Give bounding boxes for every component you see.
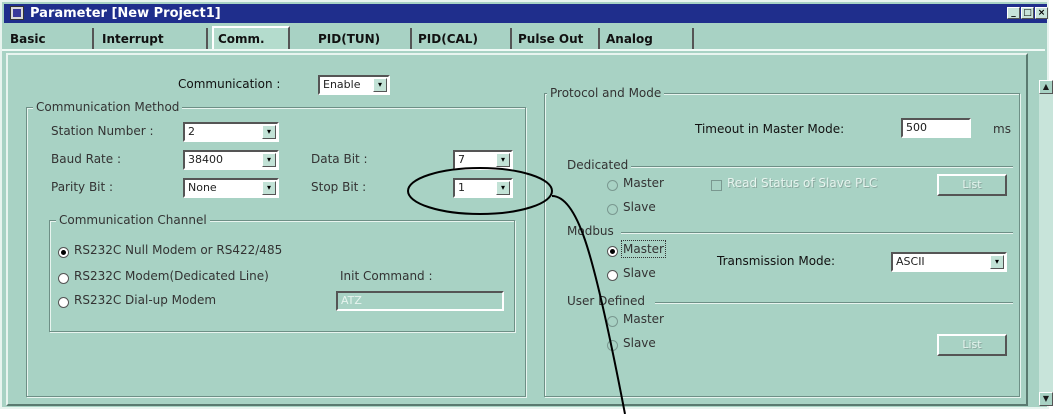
callout-leader-line bbox=[551, 195, 626, 414]
callout-ellipse bbox=[407, 167, 553, 215]
annotation-overlay bbox=[407, 167, 626, 414]
